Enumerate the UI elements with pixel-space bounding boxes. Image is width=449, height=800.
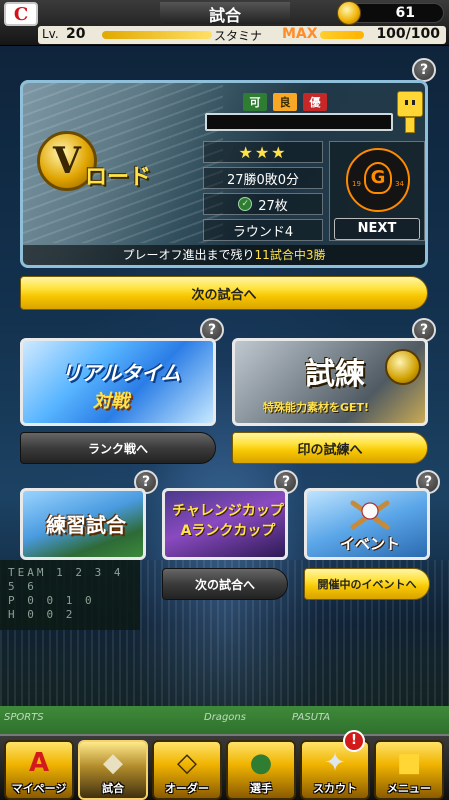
coin-counter[interactable]: 61 [337,1,444,25]
vroad-help-icon[interactable]: ? [412,58,436,82]
nav-players[interactable]: ● 選手 [226,740,296,800]
opponent-year: 34 [395,180,404,188]
menu-mascot-icon: ■ [396,748,422,778]
nav-label: スカウト [313,782,357,795]
playoff-highlight: 11試合中3勝 [254,248,326,262]
win-loss-record: 27勝0敗0分 [203,167,323,189]
stamina-value: 100/100 [376,26,440,42]
wall-ad: PASUTA [292,712,331,723]
coin-icon [337,1,361,25]
bottom-navigation: A マイページ ◆ 試合 ◇ オーダー ● 選手 ✦ スカウト ■ メニュー [0,734,449,800]
trial-subtitle: 特殊能力素材をGET! [263,401,370,414]
wall-ad: Dragons [204,712,246,723]
practice-title: 練習試合 [46,513,126,537]
nav-label: メニュー [387,782,431,795]
nav-label: オーダー [165,782,209,795]
nav-label: 選手 [250,782,272,795]
seal-trial-button[interactable]: 印の試練へ [232,432,428,464]
round-label: ラウンド4 [203,219,323,241]
nav-mypage[interactable]: A マイページ [4,740,74,800]
nav-order[interactable]: ◇ オーダー [152,740,222,800]
level-gauge [102,31,212,39]
player-icon: ● [249,748,273,778]
diamond-icon: ◆ [103,748,123,778]
grade-progress-bar [205,113,393,131]
bat-ball-icon [350,500,390,530]
realtime-title: リアルタイム [61,361,181,385]
next-opponent: 19 G 34 NEXT [329,141,425,241]
team-logo-letter: C [13,3,29,25]
status-bar: C 試合 61 Lv. 20 スタミナ MAX 100/100 [0,0,449,46]
scoreboard-line: H 0 0 2 [8,608,76,621]
opponent-logo-icon: 19 G 34 [346,148,410,212]
scout-notification-badge: ! [343,730,365,752]
realtime-subtitle: 対戦 [93,391,129,412]
mypage-icon: A [28,748,50,778]
wall-ad: SPORTS [4,712,44,723]
ticket-count: ✓ 27枚 [203,193,323,215]
ticket-icon: ✓ [238,197,253,211]
playoff-status: プレーオフ進出まで残り11試合中3勝 [23,245,425,265]
vroad-title: ロード [85,165,152,190]
playoff-prefix: プレーオフ進出まで残り [122,248,255,262]
rank-battle-button[interactable]: ランク戦へ [20,432,216,464]
next-label: NEXT [334,218,420,240]
nav-menu[interactable]: ■ メニュー [374,740,444,800]
next-game-small-button[interactable]: 次の試合へ [162,568,288,600]
star-rating: ★★★ [203,141,323,163]
challenge-cup-card[interactable]: チャレンジカップ Aランクカップ [162,488,288,560]
scoreboard-line: P 0 0 1 0 [8,594,95,607]
trial-card[interactable]: 試練 特殊能力素材をGET! [232,338,428,426]
event-card[interactable]: イベント [304,488,430,560]
next-game-button[interactable]: 次の試合へ [20,276,428,310]
challenge-title: チャレンジカップ Aランクカップ [169,501,285,541]
grade-flags: 可 良 優 [243,93,327,111]
level-label: Lv. [42,27,59,41]
scoreboard: TEAM 1 2 3 4 5 6 P 0 0 1 0 H 0 0 2 [0,560,140,630]
field-icon: ◇ [177,748,197,778]
mascot-icon [397,91,423,135]
level-value: 20 [66,26,86,42]
page-title: 試合 [160,2,290,25]
vroad-panel[interactable]: V ロード 可 良 優 ★★★ 27勝0敗0分 ✓ 27枚 ラウンド4 19 G … [20,80,428,268]
opponent-mark: G [364,162,392,194]
event-title: イベント [339,535,400,553]
challenge-title-text: チャレンジカップ [172,503,284,519]
medal-icon [385,349,421,385]
challenge-subtitle: Aランクカップ [180,523,276,539]
grade-flag-ryo: 良 [273,93,297,111]
team-logo-icon[interactable]: C [4,2,38,26]
stamina-max-label: MAX [282,26,318,42]
scoreboard-line: TEAM 1 2 3 4 5 6 [8,566,124,593]
grade-flag-yu: 優 [303,93,327,111]
coin-value: 61 [395,5,415,21]
nav-label: マイページ [11,782,67,795]
ongoing-events-button[interactable]: 開催中のイベントへ [304,568,430,600]
nav-label: 試合 [102,782,124,795]
realtime-battle-card[interactable]: リアルタイム 対戦 [20,338,216,426]
stamina-gauge [320,31,364,39]
level-stamina-bar: Lv. 20 スタミナ MAX 100/100 [38,26,446,44]
opponent-year: 19 [352,180,361,188]
grade-flag-ka: 可 [243,93,267,111]
ticket-count-value: 27枚 [258,198,288,214]
stamina-label: スタミナ [214,29,263,43]
scout-icon: ✦ [324,748,346,778]
trial-title: 試練 [305,357,365,392]
nav-game[interactable]: ◆ 試合 [78,740,148,800]
practice-match-card[interactable]: 練習試合 [20,488,146,560]
